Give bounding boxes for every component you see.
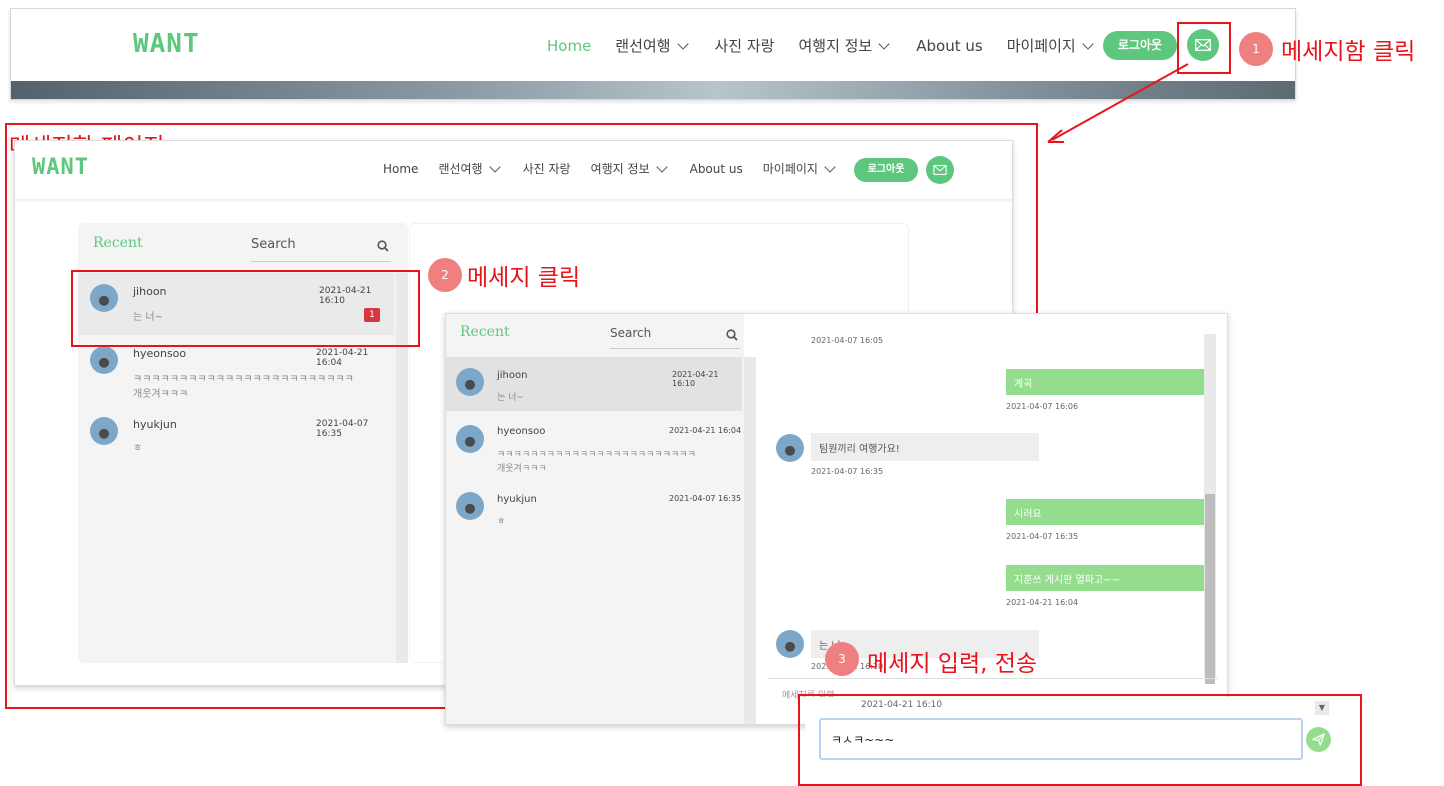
conversation-preview: ㅎ [133, 443, 143, 454]
avatar [90, 346, 118, 374]
nav-mypage[interactable]: 마이페이지 [763, 160, 838, 177]
message-time: 2021-04-21 16:04 [1006, 598, 1079, 607]
message-time: 2021-04-07 16:06 [1006, 402, 1079, 411]
chevron-down-icon [676, 37, 689, 50]
avatar [456, 492, 484, 520]
message-sent: 지훈쓰 게시판 열파고~~ [1006, 565, 1210, 591]
scrollbar[interactable] [744, 357, 756, 724]
logout-button[interactable]: 로그아웃 [854, 158, 918, 182]
chevron-down-icon [655, 160, 668, 173]
scroll-down-arrow[interactable]: ▼ [1315, 701, 1329, 715]
message-received: 팀원끼리 여행가요! [811, 433, 1039, 461]
conversation-name: hyeonsoo [133, 347, 187, 360]
conversation-name: jihoon [497, 370, 528, 381]
conversation-name: hyukjun [133, 418, 177, 431]
conversation-item[interactable]: jihoon 2021-04-21 16:10 는 너~ [446, 357, 742, 411]
message-input-screenshot: 2021-04-21 16:10 ▼ ㅋㅅㅋ~~~ [805, 697, 1351, 779]
logo[interactable]: WANT [32, 155, 89, 180]
conversation-item[interactable]: hyeonsoo 2021-04-21 16:04 ㅋㅋㅋㅋㅋㅋㅋㅋㅋㅋㅋㅋㅋㅋ… [446, 420, 742, 486]
message-sent: 계곡 [1006, 369, 1210, 395]
search-placeholder: Search [251, 237, 296, 252]
nav-label: 랜선여행 [438, 162, 483, 176]
divider [15, 199, 1012, 203]
mailbox-button[interactable] [926, 156, 954, 184]
nav-mypage[interactable]: 마이페이지 [1007, 35, 1096, 56]
conversation-preview-2: 개웃겨ㅋㅋㅋ [497, 464, 547, 474]
message-sent: 시러요 [1006, 499, 1210, 525]
step-2-label: 메세지 클릭 [467, 265, 581, 291]
logout-button[interactable]: 로그아웃 [1103, 31, 1177, 60]
step-3-label: 메세지 입력, 전송 [867, 651, 1038, 677]
chevron-down-icon [878, 37, 890, 50]
chevron-down-icon [488, 160, 501, 173]
conversation-item[interactable]: hyukjun 2021-04-07 16:35 ㅎ [446, 490, 742, 540]
arrow-annotation [1047, 63, 1189, 143]
nav-label: 마이페이지 [762, 162, 818, 176]
nav-travel-info[interactable]: 여행지 정보 [798, 35, 892, 56]
avatar [456, 425, 484, 453]
message-time: 2021-04-07 16:35 [1006, 532, 1079, 541]
chevron-down-icon [824, 160, 836, 173]
message-time: 2021-04-07 16:35 [811, 467, 884, 476]
search-placeholder: Search [610, 326, 652, 340]
search-icon[interactable] [726, 329, 738, 341]
nav-about[interactable]: About us [916, 37, 982, 55]
recent-title: Recent [460, 324, 510, 340]
conversation-preview: 는 너~ [497, 393, 524, 403]
message-input[interactable]: ㅋㅅㅋ~~~ [819, 718, 1303, 760]
conversation-panel: Recent Search jihoon 2021-04-21 16:10 는 … [446, 314, 756, 724]
message-time: 2021-04-21 16:10 [861, 700, 943, 710]
message-input-value: ㅋㅅㅋ~~~ [831, 732, 895, 747]
send-icon [1312, 733, 1325, 746]
avatar [776, 630, 804, 658]
search-input[interactable]: Search [251, 237, 391, 262]
message-time: 2021-04-07 16:05 [811, 336, 884, 345]
conversation-item[interactable]: hyukjun 2021-04-07 16:35 ㅎ [78, 415, 394, 465]
conversation-preview: ㅋㅋㅋㅋㅋㅋㅋㅋㅋㅋㅋㅋㅋㅋㅋㅋㅋㅋㅋㅋㅋㅋㅋㅋ [133, 374, 354, 385]
scrollbar-thumb[interactable] [1205, 494, 1215, 684]
main-nav: Home 랜선여행 사진 자랑 여행지 정보 About us 마이페이지 [383, 160, 858, 177]
nav-label: 랜선여행 [615, 37, 671, 55]
step-1-label: 메세지함 클릭 [1281, 39, 1416, 65]
nav-lanseon[interactable]: 랜선여행 [438, 160, 502, 177]
nav-label: 여행지 정보 [798, 37, 873, 55]
conversation-preview-2: 개웃겨ㅋㅋㅋ [133, 389, 189, 400]
step-2-marker: 2 [428, 258, 462, 292]
nav-about[interactable]: About us [690, 162, 743, 176]
chat-scrollbar[interactable] [1204, 334, 1216, 684]
main-nav: Home 랜선여행 사진 자랑 여행지 정보 About us 마이페이지 [547, 35, 1120, 56]
recent-title: Recent [93, 235, 143, 251]
nav-lanseon[interactable]: 랜선여행 [615, 35, 690, 56]
divider [768, 678, 1218, 679]
conversation-preview: ㅎ [497, 517, 506, 527]
step-1-marker: 1 [1239, 32, 1273, 66]
conversation-name: hyukjun [497, 494, 537, 505]
avatar [90, 417, 118, 445]
nav-photo[interactable]: 사진 자랑 [715, 35, 775, 56]
mail-icon [933, 165, 947, 175]
chevron-down-icon [1082, 37, 1094, 50]
avatar [456, 368, 484, 396]
avatar [776, 434, 804, 462]
conversation-item[interactable]: hyeonsoo 2021-04-21 16:04 ㅋㅋㅋㅋㅋㅋㅋㅋㅋㅋㅋㅋㅋㅋ… [78, 341, 394, 411]
search-icon[interactable] [377, 240, 389, 252]
conversation-date: 2021-04-07 16:35 [669, 494, 742, 503]
nav-home[interactable]: Home [383, 162, 418, 176]
send-button[interactable] [1306, 727, 1331, 752]
step-3-marker: 3 [825, 642, 859, 676]
conversation-name: hyeonsoo [497, 426, 546, 437]
search-input[interactable]: Search [610, 326, 740, 349]
nav-label: 마이페이지 [1006, 37, 1076, 55]
conversation-date: 2021-04-21 16:04 [669, 426, 742, 435]
conversation-date: 2021-04-07 16:35 [316, 419, 369, 439]
nav-photo[interactable]: 사진 자랑 [523, 160, 571, 177]
highlight-conversation [71, 270, 420, 347]
logo[interactable]: WANT [133, 29, 200, 59]
conversation-date: 2021-04-21 16:04 [316, 348, 369, 368]
nav-travel-info[interactable]: 여행지 정보 [591, 160, 670, 177]
conversation-preview: ㅋㅋㅋㅋㅋㅋㅋㅋㅋㅋㅋㅋㅋㅋㅋㅋㅋㅋㅋㅋㅋㅋㅋㅋ [497, 450, 696, 460]
nav-home[interactable]: Home [547, 37, 591, 55]
nav-label: 여행지 정보 [590, 162, 650, 176]
conversation-date: 2021-04-21 16:10 [672, 370, 719, 388]
